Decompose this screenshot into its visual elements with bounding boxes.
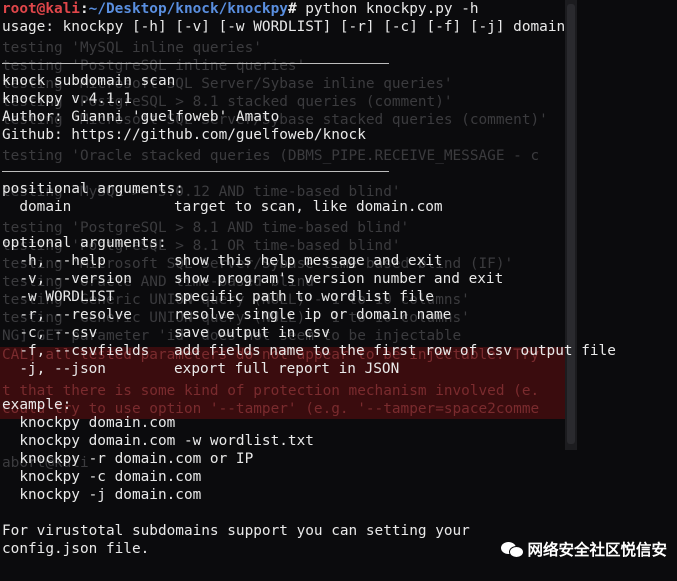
- arg-flag: -h, --help: [2, 253, 106, 269]
- arg-row: -h, --help show this help message and exi…: [2, 252, 674, 270]
- prompt-user-host: root@kali: [2, 1, 80, 17]
- arg-flag: -j, --json: [2, 361, 106, 377]
- arg-description: add fields name to the first row of csv …: [174, 343, 616, 359]
- arg-row: -c, --csv save output in csv: [2, 324, 674, 342]
- prompt-path: ~/Desktop/knock/knockpy: [88, 1, 288, 17]
- arg-description: export full report in JSON: [174, 361, 400, 377]
- example-header: example:: [2, 397, 72, 413]
- arg-row: -w WORDLIST specific path to wordlist fil…: [2, 288, 674, 306]
- optional-header: optional arguments:: [2, 235, 167, 251]
- example-line: knockpy -c domain.com: [2, 469, 202, 485]
- example-line: knockpy domain.com: [2, 415, 176, 431]
- arg-flag: -v, --version: [2, 271, 132, 287]
- arg-description: specific path to wordlist file: [174, 289, 434, 305]
- arg-row: -j, --json export full report in JSON: [2, 360, 674, 378]
- watermark-text: 网络安全社区悦信安: [527, 541, 667, 559]
- prompt-separator: :: [79, 1, 89, 17]
- arg-flag: -c, --csv: [2, 325, 98, 341]
- arg-row: -r, --resolve resolve single ip or domain…: [2, 306, 674, 324]
- banner-author: Author: Gianni 'guelfoweb' Amato: [2, 109, 280, 125]
- arg-description: target to scan, like domain.com: [174, 199, 443, 215]
- arg-description: resolve single ip or domain name: [174, 307, 452, 323]
- example-line: knockpy -j domain.com: [2, 487, 202, 503]
- separator-rule: [2, 54, 674, 72]
- banner-github: Github: https://github.com/guelfoweb/kno…: [2, 127, 366, 143]
- arg-flag: -w WORDLIST: [2, 289, 115, 305]
- prompt-symbol: #: [287, 1, 297, 17]
- arg-flag: -r, --resolve: [2, 307, 132, 323]
- arg-row: -f, --csvfields add fields name to the fi…: [2, 342, 674, 360]
- positional-header: positional arguments:: [2, 181, 184, 197]
- command-prompt-line: root@kali:~/Desktop/knock/knockpy# pytho…: [2, 0, 674, 18]
- usage-line: usage: knockpy [-h] [-v] [-w WORDLIST] […: [2, 19, 566, 35]
- wechat-icon: [501, 540, 525, 558]
- arg-flag: -f, --csvfields: [2, 343, 150, 359]
- arg-description: save output in csv: [174, 325, 330, 341]
- arg-description: show program's version number and exit: [174, 271, 504, 287]
- watermark: 网络安全社区悦信安: [501, 538, 667, 560]
- example-line: knockpy domain.com -w wordlist.txt: [2, 433, 314, 449]
- terminal-output: root@kali:~/Desktop/knock/knockpy# pytho…: [2, 0, 674, 558]
- arg-flag: domain: [2, 199, 72, 215]
- arg-row: domain target to scan, like domain.com: [2, 198, 674, 216]
- banner-title: knock subdomain scan: [2, 73, 176, 89]
- banner-version: knockpy v.4.1.1: [2, 91, 132, 107]
- arg-description: show this help message and exit: [174, 253, 443, 269]
- separator-rule: [2, 162, 674, 180]
- arg-row: -v, --version show program's version numb…: [2, 270, 674, 288]
- command-text: python knockpy.py -h: [296, 1, 479, 17]
- example-line: knockpy -r domain.com or IP: [2, 451, 254, 467]
